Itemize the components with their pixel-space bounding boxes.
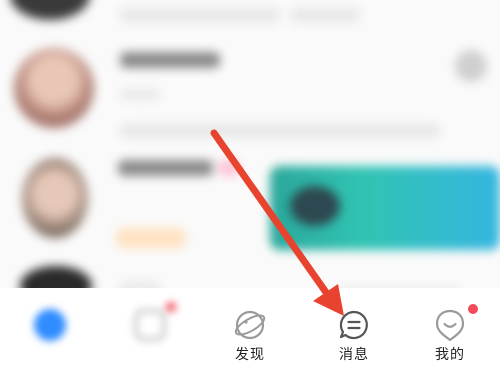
avatar[interactable] — [10, 0, 90, 20]
username[interactable] — [120, 52, 220, 68]
tab-label: 消息 — [339, 347, 369, 363]
avatar[interactable] — [22, 158, 88, 238]
profile-icon — [433, 308, 467, 342]
tab-profile[interactable]: 我的 — [400, 288, 500, 375]
tab-messages[interactable]: 消息 — [304, 288, 404, 375]
post-meta — [120, 90, 160, 100]
tab-label: 我的 — [435, 347, 465, 363]
username[interactable] — [118, 160, 213, 176]
tag-chip[interactable] — [218, 160, 240, 176]
feed-list — [0, 0, 500, 306]
notification-badge — [468, 304, 478, 314]
tab-label: 发现 — [235, 347, 265, 363]
message-icon — [337, 308, 371, 342]
tab-video[interactable] — [100, 288, 200, 375]
post-text — [120, 8, 280, 22]
post-text — [120, 124, 440, 138]
video-icon — [133, 308, 167, 342]
bottom-tab-bar: 发现 消息 我的 — [0, 288, 500, 375]
post-text — [290, 8, 360, 22]
notification-badge — [166, 302, 176, 312]
tab-home[interactable] — [0, 288, 100, 375]
home-icon — [33, 308, 67, 342]
tab-discover[interactable]: 发现 — [200, 288, 300, 375]
planet-icon — [233, 308, 267, 342]
more-options-button[interactable] — [455, 50, 487, 82]
avatar[interactable] — [14, 48, 94, 128]
app-screen: 发现 消息 我的 — [0, 0, 500, 375]
gift-chip[interactable] — [116, 228, 186, 248]
banner-image — [290, 186, 340, 226]
